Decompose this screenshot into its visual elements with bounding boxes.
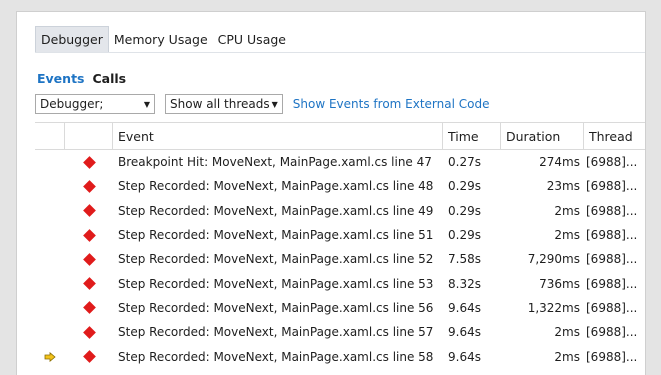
breakpoint-diamond-icon — [82, 325, 96, 339]
breakpoint-diamond-icon — [82, 252, 96, 266]
duration-cell: 274ms — [539, 155, 580, 170]
event-cell: Step Recorded: MoveNext, MainPage.xaml.c… — [118, 252, 434, 267]
event-category-cell — [65, 325, 113, 339]
thread-cell: [6988]... — [586, 276, 638, 291]
subtab-calls[interactable]: Calls — [92, 71, 126, 86]
duration-cell: 2ms — [554, 228, 580, 243]
table-row[interactable]: Step Recorded: MoveNext, MainPage.xaml.c… — [35, 174, 645, 198]
event-cell: Breakpoint Hit: MoveNext, MainPage.xaml.… — [118, 155, 432, 170]
event-cell: Step Recorded: MoveNext, MainPage.xaml.c… — [118, 349, 434, 364]
current-execution-arrow-icon — [44, 351, 56, 362]
event-cell: Step Recorded: MoveNext, MainPage.xaml.c… — [118, 179, 434, 194]
event-cell: Step Recorded: MoveNext, MainPage.xaml.c… — [118, 325, 434, 340]
breakpoint-diamond-icon — [82, 228, 96, 242]
table-row[interactable]: Step Recorded: MoveNext, MainPage.xaml.c… — [35, 271, 645, 295]
tool-tabs: Debugger Memory Usage CPU Usage — [35, 26, 291, 52]
table-row[interactable]: Step Recorded: MoveNext, MainPage.xaml.c… — [35, 296, 645, 320]
column-header-event[interactable]: Event — [113, 123, 443, 149]
table-row[interactable]: Step Recorded: MoveNext, MainPage.xaml.c… — [35, 223, 645, 247]
column-header-thread[interactable]: Thread — [584, 123, 645, 149]
thread-cell: [6988]... — [586, 203, 638, 218]
duration-cell: 2ms — [554, 325, 580, 340]
thread-cell: [6988]... — [586, 349, 638, 364]
event-cell: Step Recorded: MoveNext, MainPage.xaml.c… — [118, 300, 434, 315]
table-row[interactable]: Breakpoint Hit: MoveNext, MainPage.xaml.… — [35, 150, 645, 174]
table-row[interactable]: Step Recorded: MoveNext, MainPage.xaml.c… — [35, 320, 645, 344]
time-cell: 9.64s — [448, 300, 481, 315]
subtab-events[interactable]: Events — [37, 71, 84, 86]
time-cell: 9.64s — [448, 325, 481, 340]
tab-memory-usage[interactable]: Memory Usage — [109, 26, 213, 52]
event-cell: Step Recorded: MoveNext, MainPage.xaml.c… — [118, 276, 434, 291]
breakpoint-diamond-icon — [82, 301, 96, 315]
breakpoint-diamond-icon — [82, 277, 96, 290]
thread-cell: [6988]... — [586, 228, 638, 243]
duration-cell: 2ms — [554, 203, 580, 218]
thread-cell: [6988]... — [586, 300, 638, 315]
events-toolbar: Debugger; ▼ Show all threads ▼ Show Even… — [35, 93, 489, 115]
table-row[interactable]: Step Recorded: MoveNext, MainPage.xaml.c… — [35, 247, 645, 271]
event-category-cell — [65, 155, 113, 169]
time-cell: 0.27s — [448, 155, 481, 170]
indicator-column-header — [35, 123, 65, 149]
category-filter-dropdown[interactable]: Debugger; ▼ — [35, 94, 155, 114]
time-cell: 0.29s — [448, 179, 481, 194]
time-cell: 7.58s — [448, 252, 481, 267]
breakpoint-diamond-icon — [82, 155, 96, 169]
table-body: Breakpoint Hit: MoveNext, MainPage.xaml.… — [35, 150, 645, 369]
thread-cell: [6988]... — [586, 325, 638, 340]
event-cell: Step Recorded: MoveNext, MainPage.xaml.c… — [118, 228, 434, 243]
duration-cell: 7,290ms — [527, 252, 580, 267]
category-column-header — [65, 123, 113, 149]
tab-divider — [35, 52, 645, 53]
breakpoint-diamond-icon — [82, 204, 96, 218]
debugger-subtabs: Events Calls — [37, 71, 126, 86]
chevron-down-icon: ▼ — [143, 99, 150, 109]
thread-filter-label: Show all threads — [170, 97, 270, 111]
event-category-cell — [65, 228, 113, 242]
table-row[interactable]: Step Recorded: MoveNext, MainPage.xaml.c… — [35, 199, 645, 223]
event-category-cell — [65, 301, 113, 315]
thread-cell: [6988]... — [586, 155, 638, 170]
table-header: Event Time Duration Thread — [35, 122, 645, 150]
duration-cell: 736ms — [539, 276, 580, 291]
tab-debugger[interactable]: Debugger — [35, 26, 109, 52]
breakpoint-diamond-icon — [82, 180, 96, 193]
duration-cell: 2ms — [554, 349, 580, 364]
thread-filter-dropdown[interactable]: Show all threads ▼ — [165, 94, 283, 114]
chevron-down-icon: ▼ — [271, 99, 278, 109]
current-position-indicator — [35, 351, 65, 362]
show-external-code-link[interactable]: Show Events from External Code — [293, 97, 490, 111]
duration-cell: 1,322ms — [527, 300, 580, 315]
time-cell: 0.29s — [448, 203, 481, 218]
table-row[interactable]: Step Recorded: MoveNext, MainPage.xaml.c… — [35, 344, 645, 368]
tab-cpu-usage[interactable]: CPU Usage — [213, 26, 291, 52]
event-category-cell — [65, 350, 113, 363]
diagnostic-tools-panel: Debugger Memory Usage CPU Usage Events C… — [16, 11, 646, 375]
event-category-cell — [65, 252, 113, 266]
thread-cell: [6988]... — [586, 252, 638, 267]
event-category-cell — [65, 277, 113, 290]
time-cell: 0.29s — [448, 228, 481, 243]
event-cell: Step Recorded: MoveNext, MainPage.xaml.c… — [118, 203, 434, 218]
time-cell: 8.32s — [448, 276, 481, 291]
events-table: Event Time Duration Thread Breakpoint Hi… — [35, 122, 645, 369]
category-filter-value: Debugger; — [40, 97, 104, 111]
thread-cell: [6988]... — [586, 179, 638, 194]
breakpoint-diamond-icon — [82, 350, 96, 363]
event-category-cell — [65, 204, 113, 218]
duration-cell: 23ms — [546, 179, 580, 194]
event-category-cell — [65, 180, 113, 193]
column-header-time[interactable]: Time — [443, 123, 501, 149]
time-cell: 9.64s — [448, 349, 481, 364]
column-header-duration[interactable]: Duration — [501, 123, 584, 149]
